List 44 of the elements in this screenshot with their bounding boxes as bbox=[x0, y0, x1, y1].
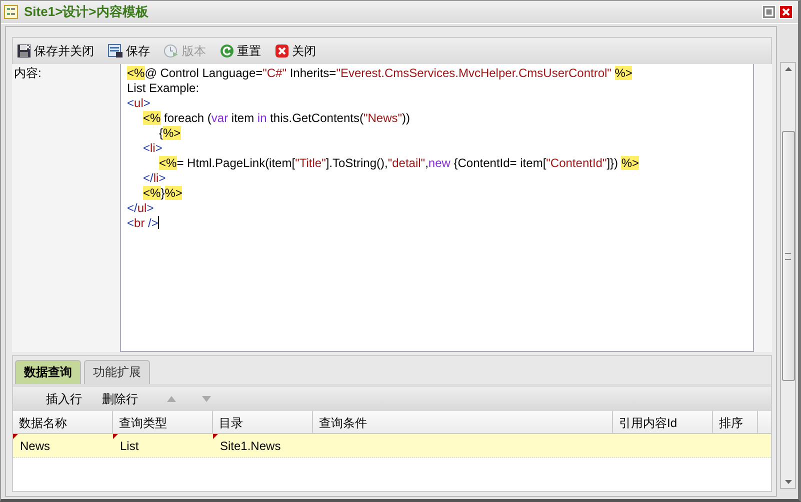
code-line: <ul> bbox=[127, 96, 152, 111]
column-header[interactable]: 目录 bbox=[213, 411, 313, 433]
delete-row-button[interactable]: 删除行 bbox=[99, 390, 141, 408]
table-cell: List bbox=[113, 434, 213, 457]
code-line: List Example: bbox=[127, 81, 200, 96]
toolbar-button[interactable]: 保存并关闭 bbox=[17, 42, 94, 60]
column-header[interactable]: 数据名称 bbox=[13, 411, 113, 433]
tab[interactable]: 功能扩展 bbox=[84, 360, 150, 384]
code-editor[interactable] bbox=[120, 64, 754, 352]
code-line: <% foreach (var item in this.GetContents("News")) bbox=[143, 111, 411, 126]
toolbar-button[interactable]: 关闭 bbox=[275, 42, 316, 60]
code-line: </ul> bbox=[127, 201, 155, 216]
column-header[interactable]: 查询条件 bbox=[313, 411, 613, 433]
content-label: 内容: bbox=[13, 65, 42, 82]
close-icon bbox=[275, 44, 289, 58]
column-header[interactable]: 引用内容Id bbox=[613, 411, 713, 433]
table-cell: News bbox=[13, 434, 113, 457]
code-line: {%> bbox=[159, 126, 182, 141]
toolbar-button[interactable]: 重置 bbox=[220, 42, 261, 60]
code-line: </li> bbox=[143, 171, 167, 186]
vertical-scrollbar[interactable] bbox=[780, 62, 796, 489]
scroll-up-icon[interactable] bbox=[784, 67, 792, 71]
code-line: <%= Html.PageLink(item["Title"].ToString(),"detail",new {ContentId= item["ContentId"]}) %> bbox=[159, 156, 640, 171]
window-title: Site1>设计>内容模板 bbox=[24, 3, 148, 21]
refresh-icon bbox=[220, 44, 234, 58]
insert-row-button[interactable]: 插入行 bbox=[43, 390, 85, 408]
move-up-icon[interactable] bbox=[167, 396, 176, 402]
column-header[interactable]: 查询类型 bbox=[113, 411, 213, 433]
window-icon bbox=[4, 5, 18, 19]
code-line: <%}%> bbox=[143, 186, 184, 201]
table-row[interactable]: News List Site1.News bbox=[13, 434, 771, 458]
move-down-icon[interactable] bbox=[202, 396, 211, 402]
tab[interactable]: 数据查询 bbox=[15, 360, 81, 384]
scrollbar-thumb[interactable] bbox=[782, 131, 794, 381]
restore-icon[interactable] bbox=[762, 5, 776, 19]
column-header[interactable]: 排序 bbox=[713, 411, 758, 433]
code-line: <li> bbox=[143, 141, 164, 156]
close-icon[interactable] bbox=[779, 5, 793, 19]
scroll-down-icon[interactable] bbox=[784, 480, 792, 484]
code-line: <%@ Control Language="C#" Inherits="Everest.CmsServices.MvcHelper.CmsUserControl" %> bbox=[127, 66, 634, 81]
toolbar-button[interactable]: 保存 bbox=[108, 42, 150, 60]
form-icon bbox=[108, 44, 123, 58]
table-cell: Site1.News bbox=[213, 434, 313, 457]
code-line: <br /> bbox=[127, 216, 160, 231]
